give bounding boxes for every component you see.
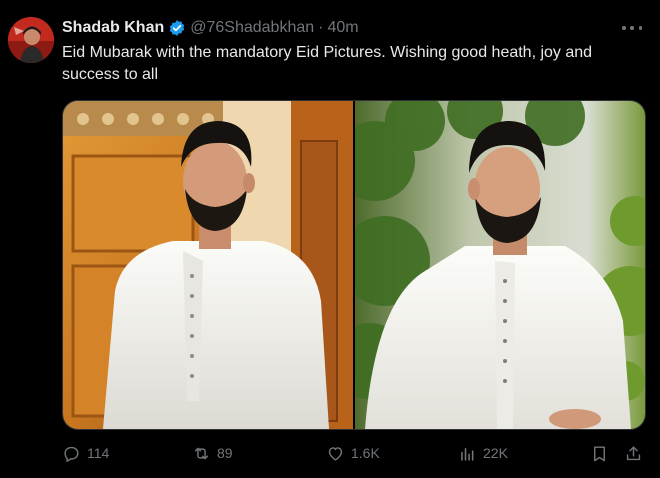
like-button[interactable]: 1.6K xyxy=(326,441,380,465)
repost-button[interactable]: 89 xyxy=(192,441,233,465)
views-count: 22K xyxy=(483,445,508,461)
views-button[interactable]: 22K xyxy=(458,441,508,465)
timestamp[interactable]: 40m xyxy=(327,19,358,37)
verified-badge-icon xyxy=(168,19,186,37)
separator: · xyxy=(318,19,324,36)
share-icon xyxy=(626,445,641,460)
reply-button[interactable]: 114 xyxy=(62,441,109,465)
reply-icon xyxy=(64,446,79,462)
reply-count: 114 xyxy=(87,445,110,461)
tweet-text: Eid Mubarak with the mandatory Eid Pictu… xyxy=(62,44,593,83)
author-name[interactable]: Shadab Khan xyxy=(62,19,164,37)
repost-icon xyxy=(194,447,209,459)
bookmark-button[interactable] xyxy=(590,441,609,465)
photo-right[interactable] xyxy=(355,101,645,429)
bookmark-icon xyxy=(594,445,605,461)
share-button[interactable] xyxy=(624,441,643,465)
media-grid xyxy=(62,100,646,430)
avatar[interactable] xyxy=(8,17,54,63)
views-icon xyxy=(461,447,474,461)
author-handle[interactable]: @76Shadabkhan xyxy=(190,19,314,37)
repost-count: 89 xyxy=(217,445,233,461)
action-bar: 114 89 1.6K 22K xyxy=(62,441,643,465)
tweet-header: Shadab Khan @76Shadabkhan · 40m xyxy=(62,17,640,39)
more-options-icon[interactable] xyxy=(622,19,642,37)
like-count: 1.6K xyxy=(351,445,380,461)
heart-icon xyxy=(328,446,343,461)
photo-left[interactable] xyxy=(63,101,353,429)
